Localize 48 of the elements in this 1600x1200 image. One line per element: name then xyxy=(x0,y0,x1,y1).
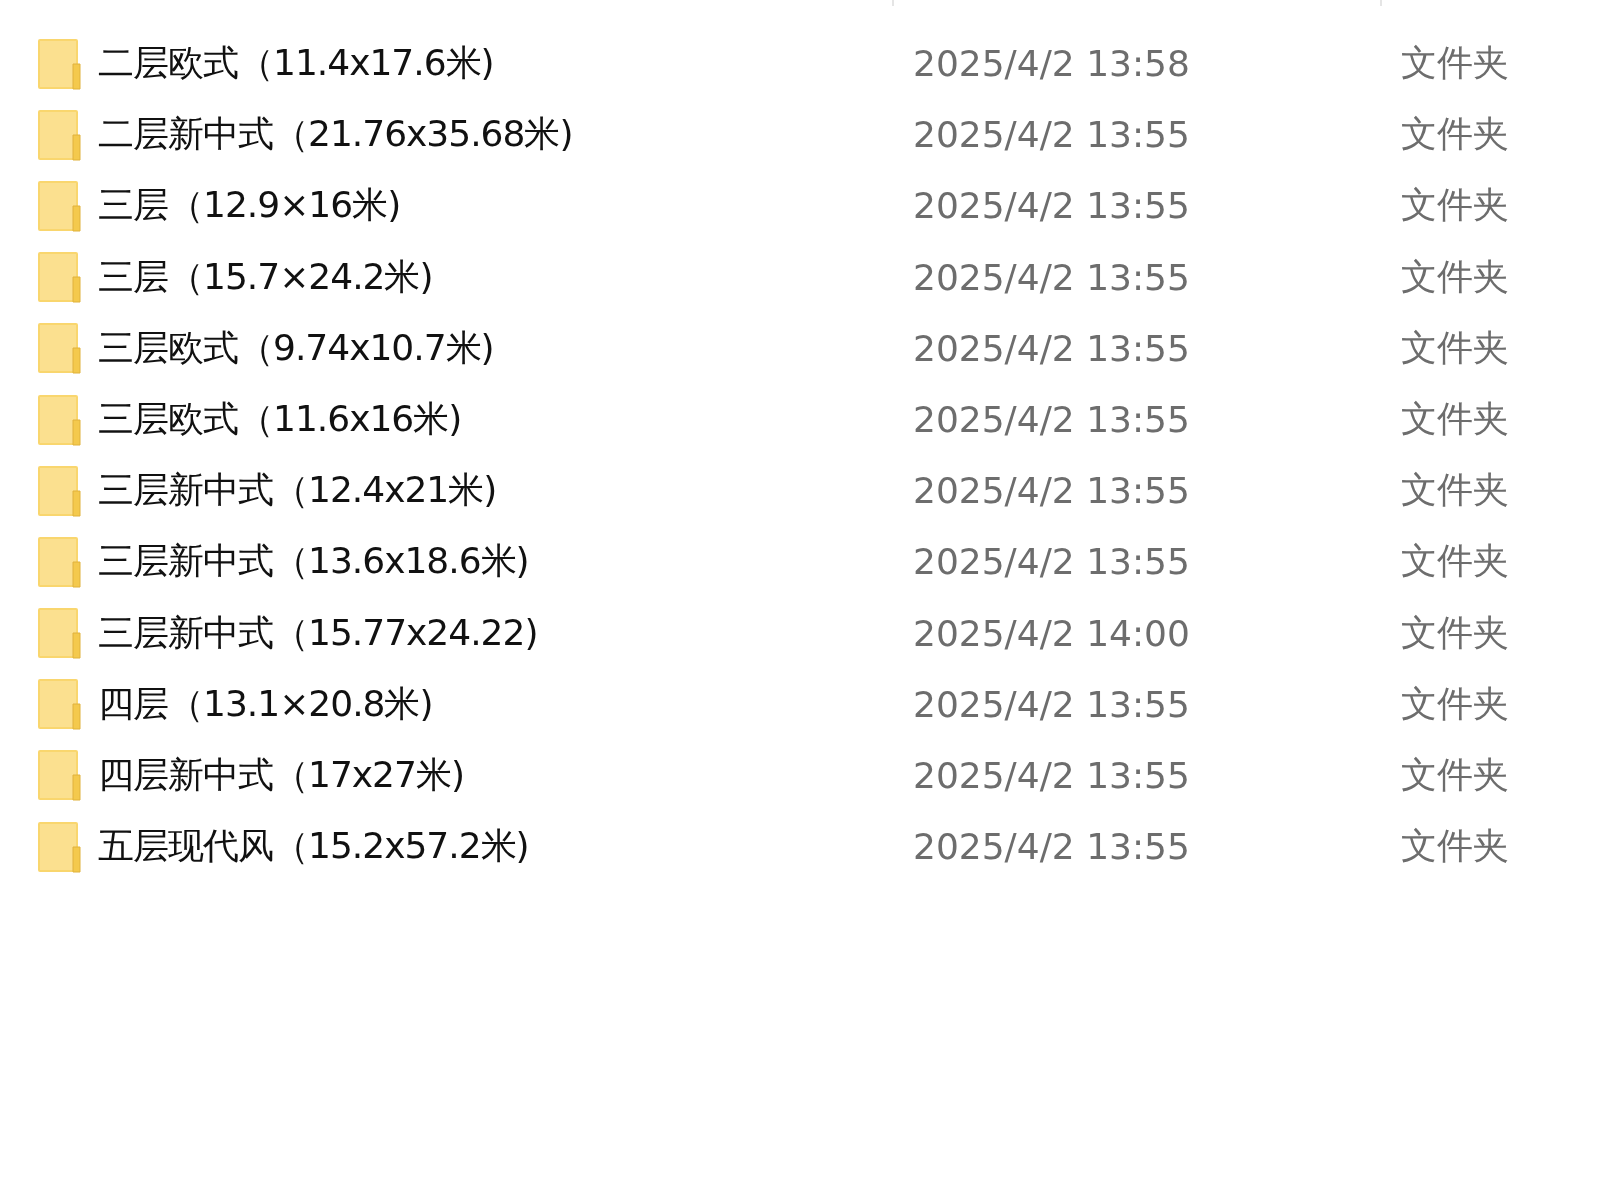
date-modified: 2025/4/2 13:55 xyxy=(913,470,1191,512)
folder-icon xyxy=(37,322,83,375)
folder-icon xyxy=(37,108,83,161)
folder-icon xyxy=(37,678,83,731)
file-name[interactable]: 五层现代风（15.2x57.2米) xyxy=(98,822,529,872)
folder-icon xyxy=(37,464,83,517)
folder-icon xyxy=(37,535,83,588)
file-type: 文件夹 xyxy=(1401,397,1510,442)
folder-icon xyxy=(37,749,83,802)
file-type: 文件夹 xyxy=(1401,183,1510,228)
file-type: 文件夹 xyxy=(1401,539,1510,584)
file-name[interactable]: 三层（12.9×16米) xyxy=(98,181,401,231)
date-modified: 2025/4/2 13:55 xyxy=(913,256,1191,298)
file-type: 文件夹 xyxy=(1401,41,1510,86)
date-modified: 2025/4/2 13:55 xyxy=(913,754,1191,796)
file-name[interactable]: 三层新中式（15.77x24.22) xyxy=(98,608,538,658)
date-modified: 2025/4/2 13:55 xyxy=(913,541,1191,583)
folder-icon xyxy=(37,37,83,90)
file-name[interactable]: 三层欧式（9.74x10.7米) xyxy=(98,323,494,373)
folder-icon xyxy=(37,179,83,232)
file-name[interactable]: 三层（15.7×24.2米) xyxy=(98,252,433,302)
file-name[interactable]: 四层（13.1×20.8米) xyxy=(98,679,433,729)
file-name[interactable]: 三层新中式（13.6x18.6米) xyxy=(98,537,529,587)
date-modified: 2025/4/2 13:55 xyxy=(913,114,1191,156)
file-name[interactable]: 三层欧式（11.6x16米) xyxy=(98,395,462,445)
date-modified: 2025/4/2 13:55 xyxy=(913,826,1191,868)
file-name[interactable]: 四层新中式（17x27米) xyxy=(98,750,464,800)
folder-icon xyxy=(37,607,83,660)
file-type: 文件夹 xyxy=(1401,610,1510,655)
file-type: 文件夹 xyxy=(1401,325,1510,370)
folder-icon xyxy=(37,251,83,304)
file-type: 文件夹 xyxy=(1401,112,1510,157)
file-name[interactable]: 三层新中式（12.4x21米) xyxy=(98,466,497,516)
date-modified: 2025/4/2 14:00 xyxy=(913,612,1191,654)
file-type: 文件夹 xyxy=(1401,824,1510,869)
date-modified: 2025/4/2 13:55 xyxy=(913,683,1191,725)
file-type: 文件夹 xyxy=(1401,681,1510,726)
file-type: 文件夹 xyxy=(1401,752,1510,797)
file-name[interactable]: 二层新中式（21.76x35.68米) xyxy=(98,110,573,160)
date-modified: 2025/4/2 13:55 xyxy=(913,327,1191,369)
folder-icon xyxy=(37,820,83,873)
date-modified: 2025/4/2 13:55 xyxy=(913,399,1191,441)
file-type: 文件夹 xyxy=(1401,254,1510,299)
file-name[interactable]: 二层欧式（11.4x17.6米) xyxy=(98,39,494,89)
date-modified: 2025/4/2 13:55 xyxy=(913,185,1191,227)
date-modified: 2025/4/2 13:58 xyxy=(913,43,1191,85)
file-type: 文件夹 xyxy=(1401,468,1510,513)
folder-icon xyxy=(37,393,83,446)
